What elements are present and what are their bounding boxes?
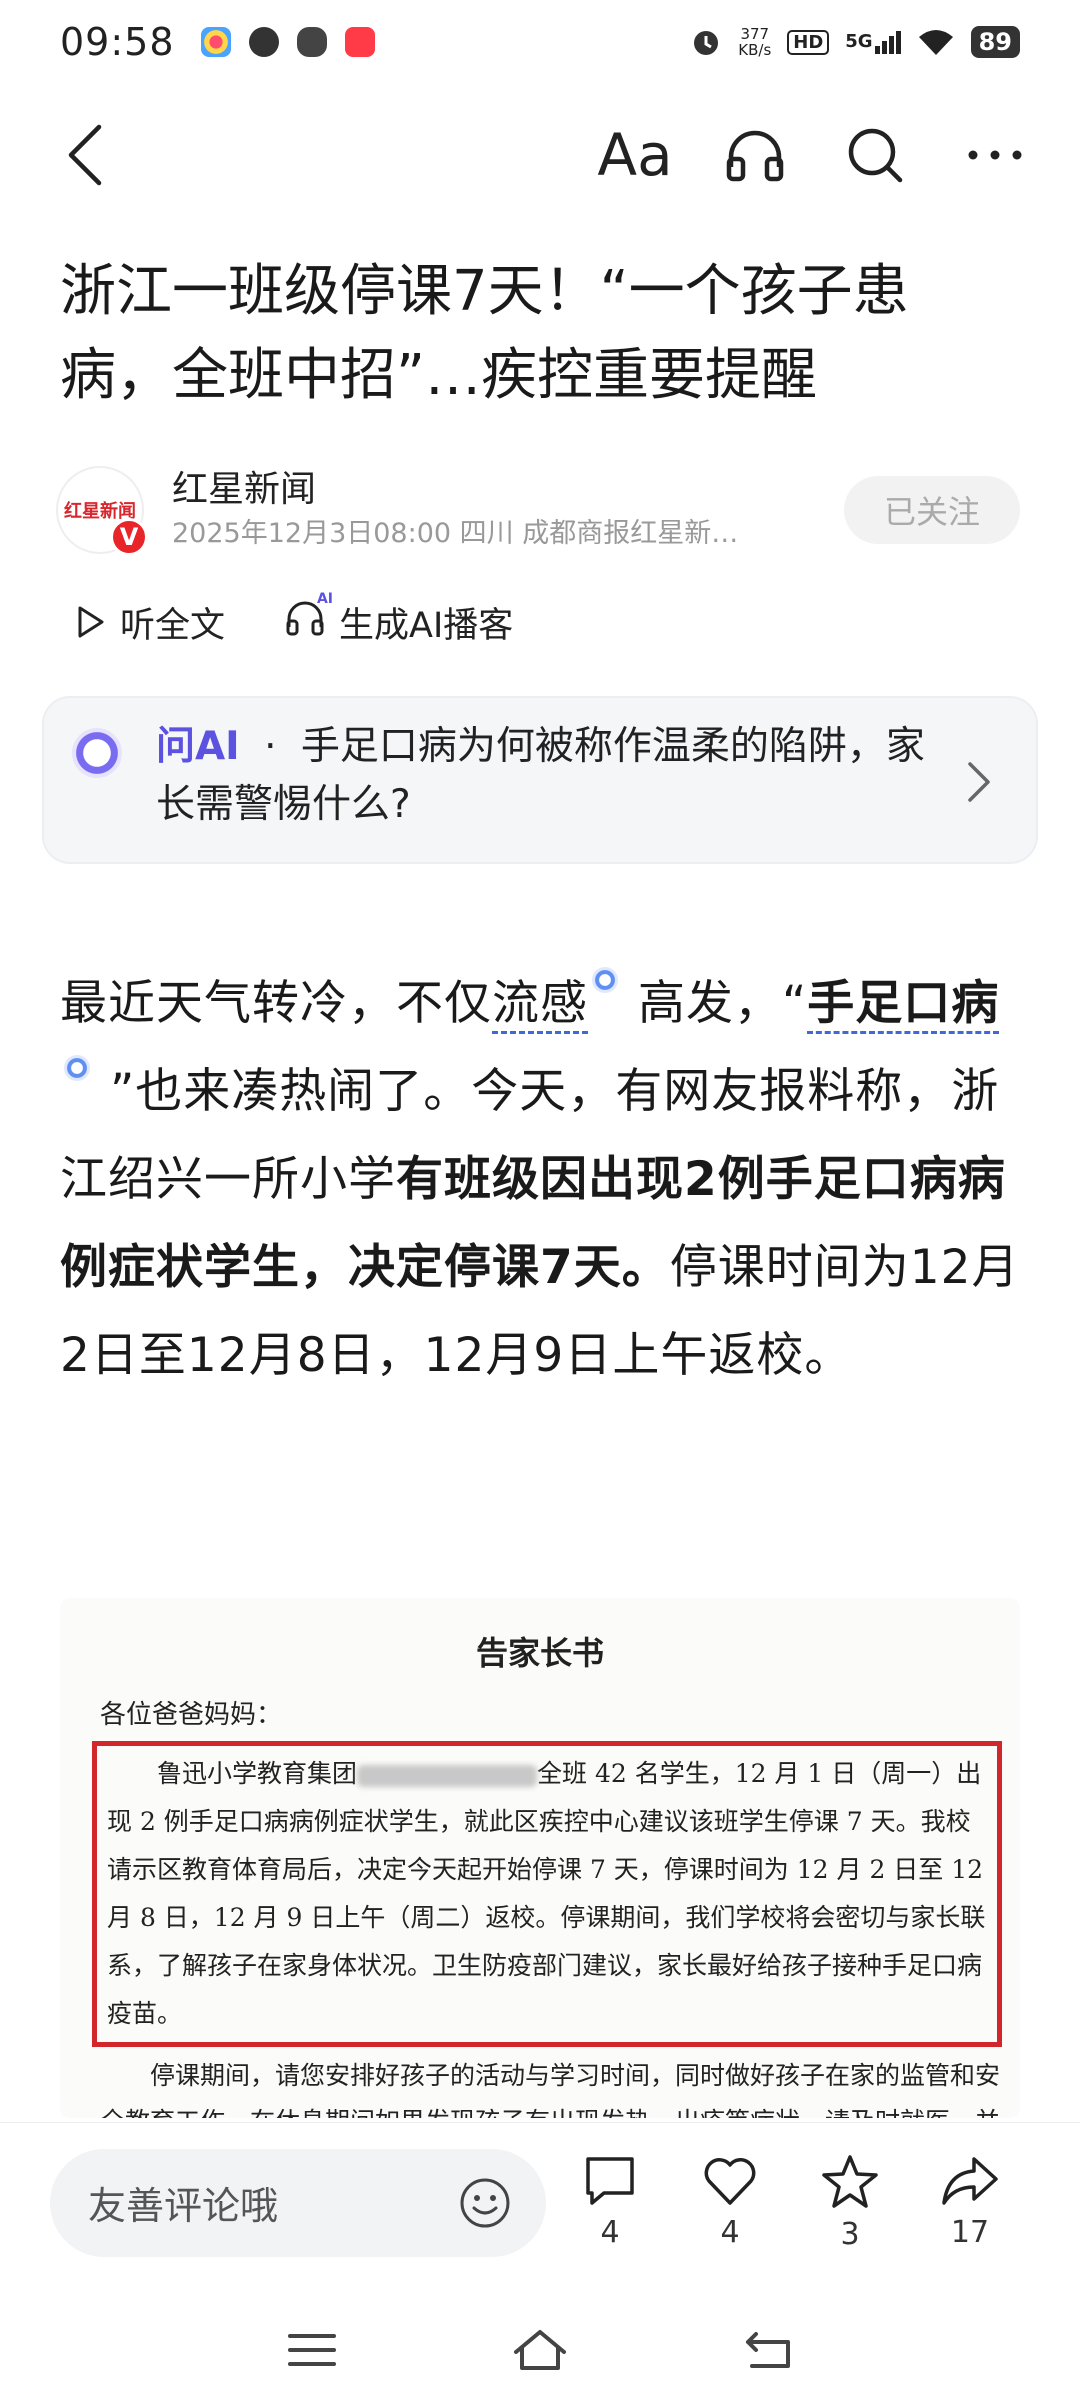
shares-count: 17 [950,2215,990,2250]
ask-ai-text: 问AI · 手足口病为何被称作温柔的陷阱，家长需警惕什么? [156,718,946,834]
alarm-icon [694,31,719,55]
link-app-icon [248,27,279,57]
author-info: 红星新闻 2025年12月3日08:00 四川 成都商报红星新… [172,466,844,554]
home-icon[interactable] [510,2328,570,2372]
author-row: 红星新闻 V 红星新闻 2025年12月3日08:00 四川 成都商报红星新… … [56,460,1020,560]
wifi-icon [918,30,953,55]
comment-input[interactable]: 友善评论哦 [50,2148,546,2257]
hd-badge: HD [787,29,830,55]
body-text: 最近天气转冷，不仅 [60,976,492,1031]
search-button[interactable] [830,110,920,200]
back-nav-icon[interactable] [742,2328,794,2372]
verified-badge: V [110,518,148,556]
author-name[interactable]: 红星新闻 [172,466,844,514]
article-toolbar: Aa [0,100,1080,210]
signal-5g-icon: 5G [845,30,901,54]
play-icon [78,606,104,638]
body-text: 高发，“ [622,976,808,1031]
status-bar: 09:58 377 KB/s HD 5G 89 [0,0,1080,84]
battery-indicator: 89 [970,26,1020,58]
pinwheel-app-icon [296,27,327,57]
ai-headphones-icon: AI [285,591,333,646]
article-title: 浙江一班级停课7天！“一个孩子患病，全班中招”…疾控重要提醒 [60,259,909,408]
listen-row: 听全文 AI 生成AI播客 [76,591,514,652]
avatar[interactable]: 红星新闻 V [56,466,148,556]
comments-count: 4 [600,2215,620,2250]
font-size-button[interactable]: Aa [590,110,680,200]
term-link-hfmd[interactable]: 手足口病 [807,976,1000,1034]
back-arrow-icon [68,124,102,186]
comments-button[interactable]: 4 [550,2153,670,2252]
like-button[interactable]: 4 [670,2153,790,2252]
status-indicators: 377 KB/s HD 5G 89 [690,26,1020,58]
redacted-blur [357,1764,538,1787]
article-body: 最近天气转冷，不仅流感 高发，“手足口病 ”也来凑热闹了。今天，有网友报料称，浙… [60,960,1025,1400]
notice-paragraph: 停课期间，请您安排好孩子的活动与学习时间，同时做好孩子在家的监管和安全教育工作。… [100,2061,1001,2118]
favorite-button[interactable]: 3 [790,2153,910,2252]
search-icon [848,128,903,183]
status-app-icons [200,27,375,57]
ai-term-icon[interactable] [592,967,618,993]
menu-icon[interactable] [286,2330,338,2370]
network-type: 5G [845,30,873,52]
back-button[interactable] [40,110,130,200]
term-link-flu[interactable]: 流感 [492,976,588,1034]
more-dots-icon [968,150,1022,160]
emoji-icon[interactable] [458,2176,512,2230]
headphones-icon [726,130,784,182]
listen-full-text-label: 听全文 [120,605,226,646]
ai-assistant-icon [72,728,122,778]
follow-button[interactable]: 已关注 [844,476,1020,544]
ai-term-icon[interactable] [64,1055,90,1081]
listen-button[interactable] [710,110,800,200]
share-button[interactable]: 17 [910,2153,1030,2252]
net-speed-value: 377 [740,25,770,43]
chevron-right-icon [968,762,990,802]
star-icon [822,2155,878,2208]
notice-boxed-text: 全班 42 名学生，12 月 1 日（周一）出现 2 例手足口病病例症状学生，就… [107,1759,986,2028]
favorites-count: 3 [840,2217,860,2252]
notice-letter-image[interactable]: 告家长书 各位爸爸妈妈： 鲁迅小学教育集团 全班 42 名学生，12 月 1 日（… [60,1598,1020,2118]
net-speed-unit: KB/s [738,41,772,59]
likes-count: 4 [720,2215,740,2250]
ai-badge: AI [316,590,334,607]
listen-full-text-button[interactable]: 听全文 [76,597,225,648]
more-button[interactable] [950,110,1040,200]
heart-icon [704,2158,756,2205]
ai-podcast-button[interactable]: AI 生成AI播客 [285,591,514,648]
comment-bubble-icon [586,2157,634,2205]
red-app-icon [344,27,375,57]
ask-ai-card[interactable]: 问AI · 手足口病为何被称作温柔的陷阱，家长需警惕什么? [42,696,1038,864]
notice-title: 告家长书 [475,1634,604,1672]
system-nav-bar [0,2300,1080,2400]
notice-greeting: 各位爸爸妈妈： [100,1700,283,1730]
notice-boxed-text: 鲁迅小学教育集团 [157,1759,358,1788]
share-arrow-icon [942,2157,998,2205]
bottom-action-bar: 友善评论哦 4 4 3 17 [0,2122,1080,2282]
status-time: 09:58 [60,20,175,64]
author-meta: 2025年12月3日08:00 四川 成都商报红星新… [172,518,739,549]
ask-ai-separator: · [264,724,277,769]
notice-highlight-box: 鲁迅小学教育集团 全班 42 名学生，12 月 1 日（周一）出现 2 例手足口病… [92,1741,1002,2047]
ai-podcast-label: 生成AI播客 [339,605,514,646]
net-speed: 377 KB/s [738,26,771,58]
comment-placeholder: 友善评论哦 [88,2184,279,2228]
ask-ai-label: 问AI [156,724,240,769]
app-notification-icon [200,27,231,57]
font-size-icon: Aa [597,121,673,189]
